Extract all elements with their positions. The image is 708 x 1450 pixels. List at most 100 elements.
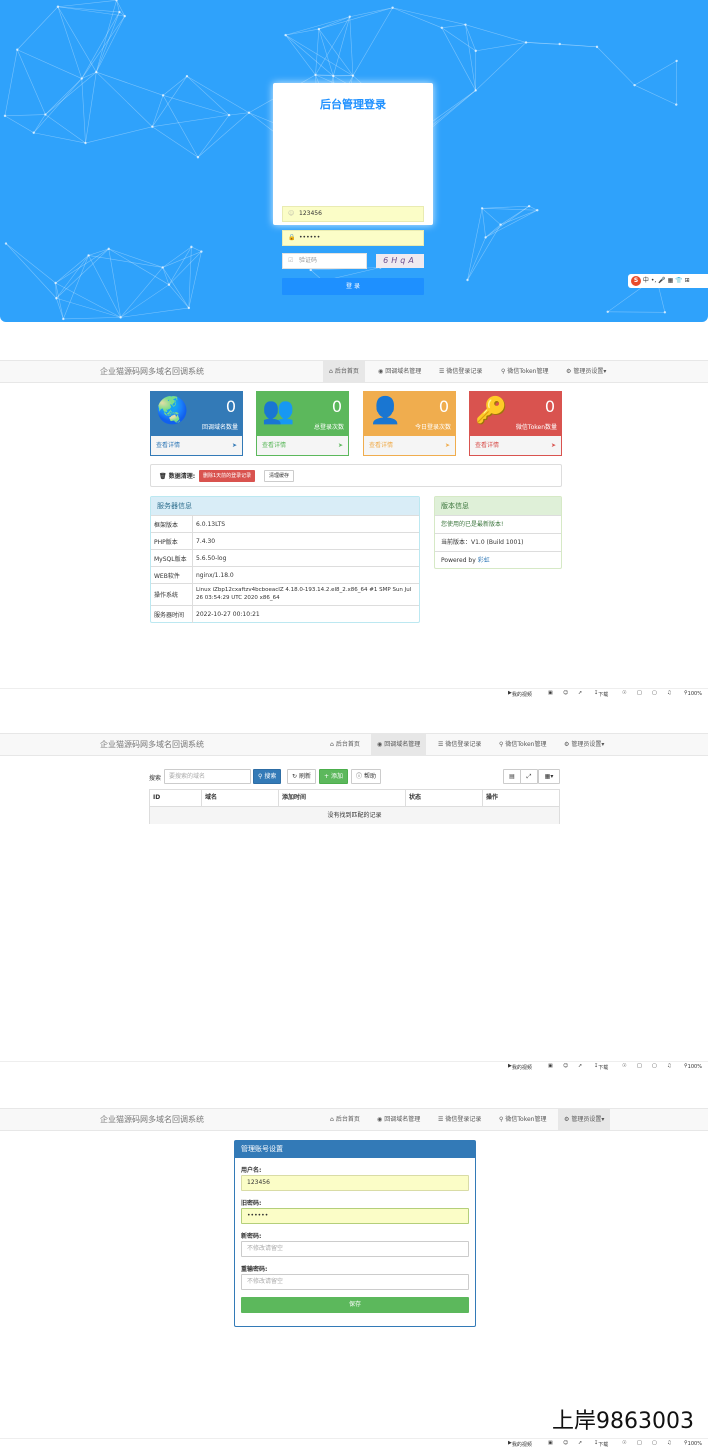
refresh-icon: ↻ <box>292 773 298 780</box>
user-icon: 👤 <box>369 396 402 426</box>
brand-title[interactable]: 企业猫源码网多域名回调系统 <box>100 1109 204 1131</box>
brand-title[interactable]: 企业猫源码网多域名回调系统 <box>100 734 204 756</box>
ime-item[interactable]: 中 <box>643 277 649 284</box>
stat-details-link[interactable]: 查看详情 ➤ <box>150 436 243 456</box>
keyboard-icon[interactable]: ▦ <box>668 277 674 284</box>
chat-icon[interactable]: ☺ <box>563 690 568 696</box>
clear-cache-button[interactable]: 清理缓存 <box>264 470 295 482</box>
username-field[interactable]: 123456 <box>241 1175 469 1191</box>
chat-icon[interactable]: ☺ <box>563 1440 568 1446</box>
rocket-icon[interactable]: ➚ <box>578 1063 582 1069</box>
nav-domains[interactable]: ◉ 回调域名管理 <box>371 734 427 755</box>
row-key: 服务器时间 <box>151 606 193 623</box>
ime-item[interactable]: •, <box>651 277 656 284</box>
data-cleanup-panel: 🗑 数据清理: 删除1天前的登录记录 清理缓存 <box>150 464 562 487</box>
column-header-id[interactable]: ID <box>150 790 202 806</box>
nav-home[interactable]: ⌂ 后台首页 <box>323 361 365 382</box>
captcha-image[interactable]: 6HqA <box>376 254 424 268</box>
translate-icon[interactable]: ▣ <box>548 1440 553 1446</box>
column-header-domain[interactable]: 域名 <box>202 790 279 806</box>
grid-menu-icon[interactable]: ⊞ <box>685 277 690 284</box>
stat-details-link[interactable]: 查看详情 ➤ <box>363 436 456 456</box>
rocket-icon[interactable]: ➚ <box>578 1440 582 1446</box>
delete-old-logs-button[interactable]: 删除1天前的登录记录 <box>199 470 256 482</box>
nav-admin-settings[interactable]: ⚙ 管理员设置▾ <box>558 734 610 755</box>
rocket-icon[interactable]: ➚ <box>578 690 582 696</box>
window-icon[interactable]: ▢ <box>652 690 657 696</box>
refresh-button[interactable]: ↻ 刷新 <box>287 769 316 784</box>
nav-token[interactable]: ⚲ 微信Token管理 <box>493 734 552 755</box>
screenshot-icon[interactable]: □ <box>637 1063 642 1069</box>
account-settings-panel: 管理账号设置 用户名: 123456 旧密码: •••••• 新密码: 不修改请… <box>234 1140 476 1327</box>
columns-button[interactable]: ▦▾ <box>538 769 560 784</box>
column-header-actions[interactable]: 操作 <box>483 790 560 806</box>
add-domain-button[interactable]: + 添加 <box>319 769 348 784</box>
nav-wechat-logins[interactable]: ☰ 微信登录记录 <box>432 1109 487 1130</box>
nav-home[interactable]: ⌂ 后台首页 <box>324 1109 366 1130</box>
zoom-level[interactable]: ⚲ 100% <box>684 1063 702 1070</box>
login-button[interactable]: 登 录 <box>282 278 424 295</box>
nav-domains[interactable]: ◉ 回调域名管理 <box>371 1109 426 1130</box>
zoom-level[interactable]: ⚲ 100% <box>684 1440 702 1447</box>
volume-icon[interactable]: ♫ <box>667 1440 671 1446</box>
translate-icon[interactable]: ▣ <box>548 1063 553 1069</box>
confirm-password-field[interactable]: 不修改请留空 <box>241 1274 469 1290</box>
domain-search-input[interactable]: 要搜索的域名 <box>164 769 251 784</box>
nav-wechat-logins-label: 微信登录记录 <box>446 368 483 375</box>
search-button[interactable]: ⚲ 搜索 <box>253 769 282 784</box>
my-video-button[interactable]: ▶ 我的视频 <box>508 690 532 698</box>
key-icon: ⚲ <box>499 741 504 748</box>
powered-by-link[interactable]: 彩虹 <box>478 557 490 564</box>
help-button[interactable]: ⓘ 帮助 <box>351 769 381 784</box>
shield-icon[interactable]: ☉ <box>622 1063 626 1069</box>
key-icon: ⚲ <box>499 1116 504 1123</box>
column-header-status[interactable]: 状态 <box>406 790 483 806</box>
captcha-input[interactable]: ☑ 验证码 <box>282 253 367 269</box>
volume-icon[interactable]: ♫ <box>667 1063 671 1069</box>
skin-icon[interactable]: 👕 <box>675 277 682 284</box>
chat-icon[interactable]: ☺ <box>563 1063 568 1069</box>
nav-home[interactable]: ⌂ 后台首页 <box>324 734 366 755</box>
username-value: 123456 <box>299 210 322 217</box>
save-button[interactable]: 保存 <box>241 1297 469 1313</box>
key-icon: 🔑 <box>475 396 508 426</box>
download-button[interactable]: ↧ 下载 <box>594 1063 608 1071</box>
screenshot-icon[interactable]: □ <box>637 690 642 696</box>
nav-admin-settings[interactable]: ⚙ 管理员设置▾ <box>560 361 612 382</box>
zoom-level[interactable]: ⚲ 100% <box>684 690 702 697</box>
stat-link-label: 查看详情 <box>369 442 394 449</box>
username-input[interactable]: ☺ 123456 <box>282 206 424 222</box>
trash-icon: 🗑 <box>159 473 167 480</box>
shield-icon[interactable]: ☉ <box>622 1440 626 1446</box>
window-icon[interactable]: ▢ <box>652 1063 657 1069</box>
screenshot-icon[interactable]: □ <box>637 1440 642 1446</box>
my-video-button[interactable]: ▶ 我的视频 <box>508 1440 532 1448</box>
microphone-icon[interactable]: 🎤 <box>658 277 665 284</box>
download-button[interactable]: ↧ 下载 <box>594 690 608 698</box>
stat-details-link[interactable]: 查看详情 ➤ <box>469 436 562 456</box>
translate-icon[interactable]: ▣ <box>548 690 553 696</box>
nav-wechat-logins[interactable]: ☰ 微信登录记录 <box>433 361 488 382</box>
old-password-field[interactable]: •••••• <box>241 1208 469 1224</box>
my-video-button[interactable]: ▶ 我的视频 <box>508 1063 532 1071</box>
nav-wechat-logins[interactable]: ☰ 微信登录记录 <box>432 734 487 755</box>
toggle-view-button[interactable]: ▤ <box>503 769 521 784</box>
nav-token[interactable]: ⚲ 微信Token管理 <box>495 361 554 382</box>
brand-title[interactable]: 企业猫源码网多域名回调系统 <box>100 361 204 383</box>
shield-icon[interactable]: ☉ <box>622 690 626 696</box>
stat-details-link[interactable]: 查看详情 ➤ <box>256 436 349 456</box>
fullscreen-button[interactable]: ⤢ <box>520 769 538 784</box>
ime-toolbar[interactable]: S 中 •, 🎤 ▦ 👕 ⊞ <box>628 274 708 288</box>
nav-domains[interactable]: ◉ 回调域名管理 <box>372 361 427 382</box>
download-button[interactable]: ↧ 下载 <box>594 1440 608 1448</box>
nav-admin-settings[interactable]: ⚙ 管理员设置▾ <box>558 1109 611 1130</box>
window-icon[interactable]: ▢ <box>652 1440 657 1446</box>
stat-value: 0 <box>544 397 555 416</box>
nav-token[interactable]: ⚲ 微信Token管理 <box>493 1109 552 1130</box>
zoom-value: 100% <box>687 1441 702 1447</box>
volume-icon[interactable]: ♫ <box>667 690 671 696</box>
column-header-added-time[interactable]: 添加时间 <box>279 790 406 806</box>
new-password-field[interactable]: 不修改请留空 <box>241 1241 469 1257</box>
server-info-row: 操作系统 Linux iZbp12cxaftzv4bcboeacIZ 4.18.0… <box>151 583 419 605</box>
password-input[interactable]: 🔒 •••••• <box>282 230 424 246</box>
